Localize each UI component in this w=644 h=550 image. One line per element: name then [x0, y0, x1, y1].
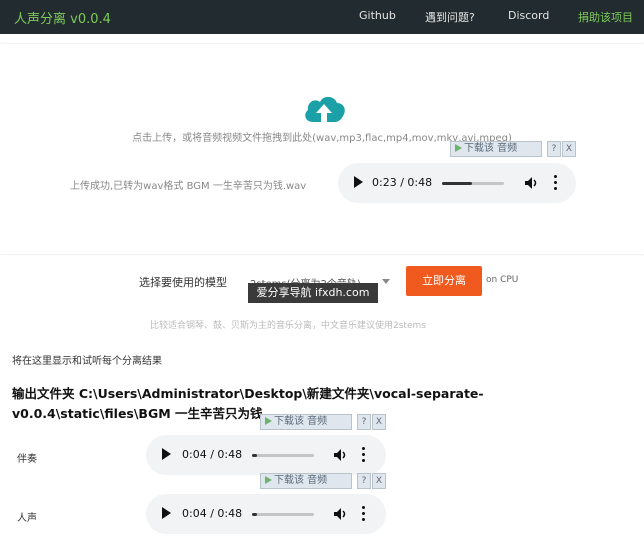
watermark: 爱分享导航 ifxdh.com [248, 283, 378, 303]
more-vert-icon[interactable] [554, 175, 558, 191]
play-icon[interactable] [162, 507, 171, 519]
audio-time: 0:23 / 0:48 [372, 176, 433, 189]
upload-status-text: 上传成功,已转为wav格式 BGM 一生辛苦只为钱.wav [70, 181, 307, 192]
play-icon[interactable] [162, 448, 171, 460]
top-navbar: 人声分离 v0.0.4 Github 遇到问题? Discord 捐助该项目 [0, 0, 644, 34]
nav-link-donate[interactable]: 捐助该项目 [578, 9, 633, 25]
nav-link-discord[interactable]: Discord [508, 9, 549, 22]
uploaded-audio-player[interactable]: 0:23 / 0:48 [338, 163, 576, 203]
download-audio-button[interactable]: 下载该 音频 [450, 141, 542, 157]
track-label-accompaniment: 伴奏 [17, 454, 37, 465]
chevron-down-icon [382, 279, 390, 284]
help-button[interactable]: ? [357, 473, 371, 489]
volume-icon[interactable] [524, 176, 538, 190]
cloud-upload-icon[interactable] [301, 92, 347, 126]
volume-icon[interactable] [333, 448, 347, 462]
nav-link-github[interactable]: Github [359, 9, 396, 22]
device-label: on CPU [486, 275, 519, 285]
help-button[interactable]: ? [547, 141, 561, 157]
model-select-label: 选择要使用的模型 [139, 276, 227, 289]
play-icon [455, 144, 462, 152]
vocals-audio-player[interactable]: 0:04 / 0:48 [146, 494, 386, 534]
more-vert-icon[interactable] [362, 447, 366, 463]
download-audio-button[interactable]: 下载该 音频 [260, 414, 352, 430]
results-tip: 将在这里显示和试听每个分离结果 [12, 356, 162, 367]
track-label-vocals: 人声 [17, 513, 37, 524]
close-button[interactable]: X [562, 141, 576, 157]
accompaniment-audio-player[interactable]: 0:04 / 0:48 [146, 435, 386, 475]
nav-link-help[interactable]: 遇到问题? [425, 9, 475, 25]
audio-progress[interactable] [252, 513, 314, 516]
download-audio-button[interactable]: 下载该 音频 [260, 473, 352, 489]
volume-icon[interactable] [333, 507, 347, 521]
audio-time: 0:04 / 0:48 [182, 448, 243, 461]
close-button[interactable]: X [372, 414, 386, 430]
audio-progress[interactable] [442, 182, 504, 185]
more-vert-icon[interactable] [362, 506, 366, 522]
play-icon [265, 476, 272, 484]
play-icon [265, 417, 272, 425]
app-brand[interactable]: 人声分离 v0.0.4 [14, 8, 111, 27]
close-button[interactable]: X [372, 473, 386, 489]
audio-progress[interactable] [252, 454, 314, 457]
play-icon[interactable] [354, 176, 363, 188]
help-button[interactable]: ? [357, 414, 371, 430]
separate-button[interactable]: 立即分离 [406, 266, 482, 296]
audio-time: 0:04 / 0:48 [182, 507, 243, 520]
model-tip-text: 比较适合钢琴、鼓、贝斯为主的音乐分离，中文音乐建议使用2stems [150, 321, 426, 331]
